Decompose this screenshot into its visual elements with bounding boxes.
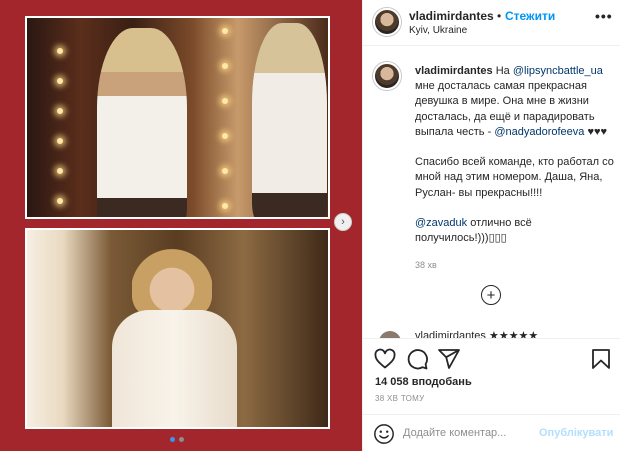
caption-section: vladimirdantes На @lipsyncbattle_ua мне … bbox=[363, 52, 620, 339]
mention-link[interactable]: @zavaduk bbox=[415, 217, 467, 229]
next-slide-button[interactable]: › bbox=[334, 213, 352, 231]
emoji-icon[interactable] bbox=[373, 423, 395, 445]
comment-input[interactable] bbox=[403, 424, 533, 442]
heart-icon[interactable] bbox=[373, 347, 397, 371]
caption-username[interactable]: vladimirdantes bbox=[415, 65, 493, 77]
bookmark-icon[interactable] bbox=[589, 347, 613, 371]
comment-icon[interactable] bbox=[405, 347, 429, 371]
photo-blonde-woman bbox=[25, 228, 330, 429]
caption-paragraph-2: Спасибо всей команде, кто работал со мно… bbox=[415, 156, 614, 199]
caption-timestamp: 38 хв bbox=[415, 260, 437, 270]
mention-link[interactable]: @lipsyncbattle_ua bbox=[513, 65, 603, 77]
likes-count[interactable]: 14 058 вподобань bbox=[375, 376, 472, 388]
post-panel: vladimirdantes • Стежити Kyiv, Ukraine •… bbox=[362, 0, 620, 451]
chevron-right-icon: › bbox=[341, 216, 345, 228]
follow-button[interactable]: Стежити bbox=[505, 9, 555, 23]
follow-separator: • bbox=[497, 9, 502, 23]
carousel-dot-1 bbox=[170, 437, 175, 442]
caption-avatar[interactable] bbox=[373, 62, 401, 90]
avatar[interactable] bbox=[373, 8, 401, 36]
load-more-comments-button: + bbox=[486, 286, 496, 304]
post-header: vladimirdantes • Стежити Kyiv, Ukraine •… bbox=[363, 0, 620, 46]
post-date: 38 ХВ ТОМУ bbox=[375, 394, 425, 403]
more-icon[interactable]: ••• bbox=[595, 8, 613, 24]
caption-text: vladimirdantes На @lipsyncbattle_ua мне … bbox=[415, 64, 615, 246]
add-circle-icon[interactable]: + bbox=[481, 285, 501, 305]
carousel-indicator bbox=[170, 437, 184, 442]
header-username[interactable]: vladimirdantes bbox=[409, 9, 494, 23]
carousel-dot-2 bbox=[179, 437, 184, 442]
photo-mirror-scene bbox=[25, 16, 330, 219]
mention-link[interactable]: @nadyadorofeeva bbox=[494, 126, 584, 138]
caption-part-1: На bbox=[495, 65, 510, 77]
location-link[interactable]: Kyiv, Ukraine bbox=[409, 25, 467, 36]
publish-button[interactable]: Опублікувати bbox=[539, 427, 613, 439]
share-icon[interactable] bbox=[437, 347, 461, 371]
action-bar bbox=[363, 338, 620, 378]
post-media: › bbox=[0, 0, 362, 451]
heart-emojis: ♥♥♥ bbox=[587, 125, 608, 138]
comment-form: Опублікувати bbox=[363, 414, 620, 451]
